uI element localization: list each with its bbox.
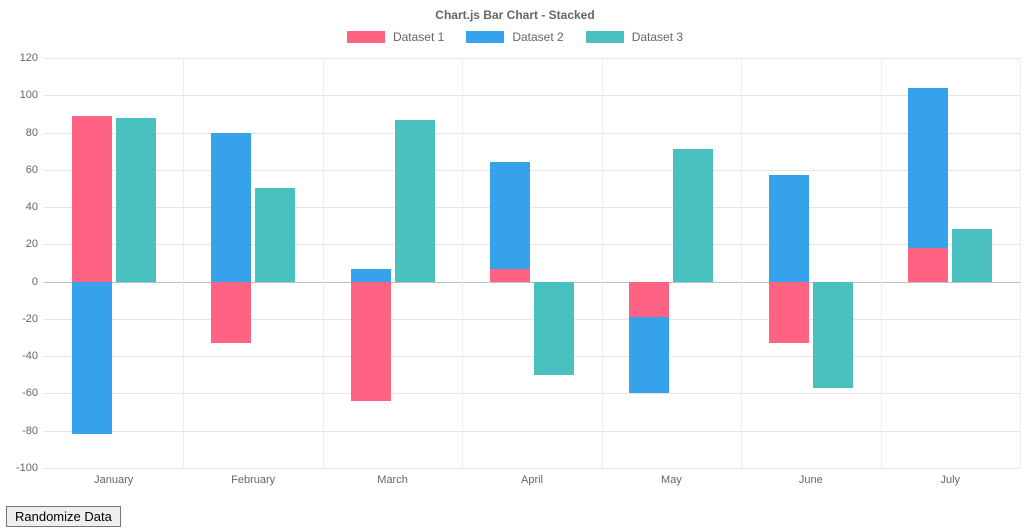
- legend-item-dataset-3[interactable]: Dataset 3: [586, 30, 683, 44]
- grid-line: [44, 244, 1020, 245]
- grid-vline: [1020, 58, 1021, 468]
- bar-segment[interactable]: [673, 149, 713, 281]
- legend-label-3: Dataset 3: [632, 30, 683, 44]
- bar-segment[interactable]: [211, 133, 251, 282]
- grid-line: [44, 356, 1020, 357]
- y-tick-label: 60: [8, 164, 38, 176]
- bar-segment[interactable]: [908, 248, 948, 282]
- grid-line: [44, 133, 1020, 134]
- bar-segment[interactable]: [908, 88, 948, 248]
- x-tick-label: January: [94, 474, 133, 486]
- x-tick-label: March: [377, 474, 408, 486]
- grid-line: [44, 170, 1020, 171]
- bar-segment[interactable]: [72, 282, 112, 435]
- y-tick-label: 0: [8, 276, 38, 288]
- legend-label-2: Dataset 2: [512, 30, 563, 44]
- bar-segment[interactable]: [490, 269, 530, 282]
- grid-line: [44, 58, 1020, 59]
- bar-segment[interactable]: [72, 116, 112, 282]
- x-tick-label: May: [661, 474, 682, 486]
- chart-legend: Dataset 1 Dataset 2 Dataset 3: [0, 30, 1030, 44]
- y-tick-label: -80: [8, 425, 38, 437]
- bar-segment[interactable]: [490, 162, 530, 268]
- y-tick-label: 120: [8, 52, 38, 64]
- grid-vline: [602, 58, 603, 468]
- plot-area: -100-80-60-40-20020406080100120JanuaryFe…: [44, 58, 1020, 468]
- x-tick-label: June: [799, 474, 823, 486]
- bar-segment[interactable]: [629, 317, 669, 393]
- bar-segment[interactable]: [534, 282, 574, 375]
- randomize-data-button[interactable]: Randomize Data: [6, 506, 121, 527]
- bar-segment[interactable]: [395, 120, 435, 282]
- x-tick-label: April: [521, 474, 543, 486]
- grid-line: [44, 319, 1020, 320]
- y-tick-label: -100: [8, 462, 38, 474]
- y-tick-label: 100: [8, 89, 38, 101]
- y-tick-label: 40: [8, 201, 38, 213]
- legend-swatch-3: [586, 31, 624, 43]
- bar-segment[interactable]: [351, 269, 391, 282]
- chart-title: Chart.js Bar Chart - Stacked: [0, 0, 1030, 22]
- grid-vline: [183, 58, 184, 468]
- grid-line: [44, 431, 1020, 432]
- grid-vline: [741, 58, 742, 468]
- grid-vline: [881, 58, 882, 468]
- bar-segment[interactable]: [629, 282, 669, 317]
- bar-segment[interactable]: [769, 175, 809, 281]
- legend-item-dataset-1[interactable]: Dataset 1: [347, 30, 444, 44]
- legend-swatch-1: [347, 31, 385, 43]
- y-tick-label: 80: [8, 127, 38, 139]
- x-tick-label: July: [941, 474, 961, 486]
- bar-segment[interactable]: [952, 229, 992, 281]
- bar-segment[interactable]: [211, 282, 251, 344]
- grid-line: [44, 207, 1020, 208]
- bar-segment[interactable]: [351, 282, 391, 401]
- legend-item-dataset-2[interactable]: Dataset 2: [466, 30, 563, 44]
- bar-segment[interactable]: [813, 282, 853, 388]
- grid-vline: [462, 58, 463, 468]
- grid-line: [44, 95, 1020, 96]
- grid-line: [44, 468, 1020, 469]
- grid-line: [44, 393, 1020, 394]
- grid-vline: [323, 58, 324, 468]
- y-tick-label: -40: [8, 350, 38, 362]
- y-tick-label: -20: [8, 313, 38, 325]
- bar-segment[interactable]: [769, 282, 809, 344]
- grid-line: [44, 282, 1020, 283]
- chart-container: Chart.js Bar Chart - Stacked Dataset 1 D…: [0, 0, 1030, 510]
- legend-label-1: Dataset 1: [393, 30, 444, 44]
- legend-swatch-2: [466, 31, 504, 43]
- y-tick-label: 20: [8, 238, 38, 250]
- bar-segment[interactable]: [255, 188, 295, 281]
- bar-segment[interactable]: [116, 118, 156, 282]
- x-tick-label: February: [231, 474, 275, 486]
- y-tick-label: -60: [8, 387, 38, 399]
